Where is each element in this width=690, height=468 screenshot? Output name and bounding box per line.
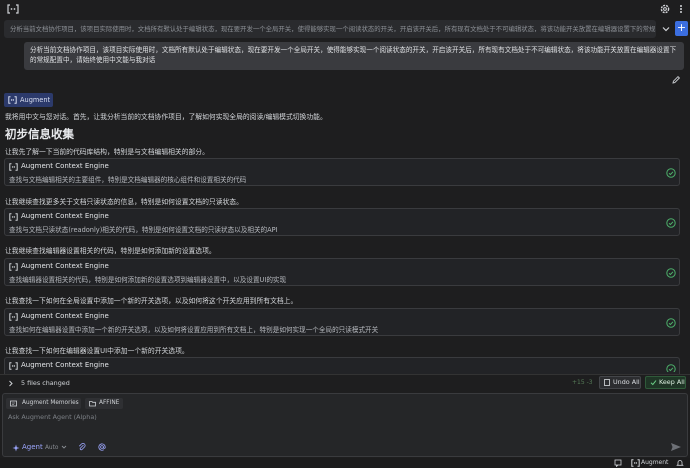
tool-description: 查找与文档编辑相关的主要组件，特别是文档编辑器的核心组件和设置相关的代码	[9, 176, 247, 184]
assistant-intro: 我将用中文与您对话。首先，让我分析当前的文档协作项目，了解如何实现全局的阅读/编…	[5, 113, 327, 121]
checkmark-icon	[650, 379, 657, 386]
tool-description: 查找如何在编辑器设置中添加一个新的开关选项，以及如何将设置应用到所有文档上，特别…	[9, 326, 379, 334]
augment-logo-icon	[8, 96, 17, 104]
agent-sparkle-icon	[12, 444, 20, 452]
chevron-down-icon[interactable]	[660, 20, 672, 38]
tool-description: 查找编辑器设置相关的代码，特别是如何添加新的设置选项到编辑器设置中，以及设置UI…	[9, 276, 287, 284]
folder-icon	[89, 400, 96, 407]
notification-icon[interactable]	[614, 459, 622, 467]
gear-icon[interactable]	[659, 3, 671, 15]
file-undo-icon	[604, 379, 610, 386]
augment-logo-icon	[9, 263, 18, 271]
agent-mode-selector[interactable]: Agent Auto	[22, 443, 58, 451]
chat-input-placeholder[interactable]: Ask Augment Agent (Alpha)	[8, 413, 97, 421]
step-lead: 让我查找一下如何在编辑器设置UI中添加一个新的开关选项。	[5, 347, 189, 355]
augment-logo-icon	[9, 313, 18, 321]
agent-mode-label: Agent	[22, 443, 43, 451]
augment-logo-icon	[9, 163, 18, 171]
thread-selector[interactable]: 分析当前文档协作项目，该项目实际使用时，文档所有默认处于编辑状态，现在要开发一个…	[4, 20, 656, 38]
status-bar	[0, 458, 690, 468]
check-circle-icon	[666, 318, 676, 328]
tool-description: 查找与文档只读状态(readonly)相关的代码，特别是如何设置文档的只读状态以…	[9, 226, 278, 234]
diff-stat: +15 -3	[572, 379, 593, 386]
augment-logo-icon	[7, 4, 19, 14]
edit-pencil-icon[interactable]	[671, 75, 681, 85]
step-lead: 让我查找一下如何在全局设置中添加一个新的开关选项，以及如何将这个开关应用到所有文…	[5, 297, 298, 305]
new-thread-button[interactable]: +	[675, 21, 688, 36]
check-circle-icon	[666, 364, 676, 372]
augment-logo-icon	[9, 362, 18, 370]
check-circle-icon	[666, 168, 676, 178]
agent-mode-sub: Auto	[44, 445, 59, 451]
check-circle-icon	[666, 218, 676, 228]
step-lead: 让我继续查找更多关于文档只读状态的信息，特别是如何设置文档的只读状态。	[5, 198, 243, 206]
user-message: 分析当前文档协作项目，该项目实际使用时，文档所有默认处于编辑状态，现在要开发一个…	[24, 42, 684, 70]
context-chip-memories[interactable]: Augment Memories	[6, 398, 81, 409]
attach-icon[interactable]	[78, 443, 86, 451]
augment-logo-icon	[9, 213, 18, 221]
chevron-down-icon[interactable]	[61, 444, 67, 450]
mention-icon[interactable]	[98, 443, 106, 451]
step-lead: 让我先了解一下当前的代码库结构，特别是与文档编辑相关的部分。	[5, 148, 209, 156]
status-bar-augment[interactable]: Augment	[641, 459, 668, 466]
tool-name: Augment Context Engine	[21, 312, 109, 320]
tool-name: Augment Context Engine	[21, 162, 109, 170]
step-lead: 让我继续查找编辑器设置相关的代码，特别是如何添加新的设置选项。	[5, 247, 216, 255]
augment-logo-icon	[631, 459, 640, 467]
chevron-right-icon[interactable]	[7, 380, 14, 387]
top-bar	[0, 0, 690, 18]
send-icon[interactable]	[670, 442, 682, 452]
section-heading: 初步信息收集	[5, 127, 74, 141]
tool-name: Augment Context Engine	[21, 361, 109, 369]
bell-icon[interactable]	[676, 459, 684, 467]
more-options-icon[interactable]	[677, 3, 685, 15]
tool-name: Augment Context Engine	[21, 212, 109, 220]
memory-icon	[10, 400, 17, 407]
check-circle-icon	[666, 268, 676, 278]
files-changed-count[interactable]: 5 files changed	[21, 379, 70, 387]
tool-name: Augment Context Engine	[21, 262, 109, 270]
